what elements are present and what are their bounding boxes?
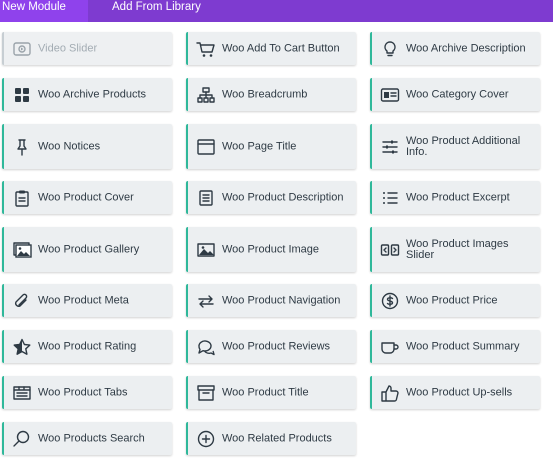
module-label: Woo Product Price — [406, 294, 498, 306]
module-label: Woo Archive Products — [38, 88, 147, 100]
module-card-woo-product-price[interactable]: Woo Product Price — [370, 284, 540, 317]
images-slider-icon — [380, 241, 400, 259]
module-card-woo-product-image[interactable]: Woo Product Image — [186, 227, 356, 272]
module-label: Woo Product Up-sells — [406, 386, 513, 398]
clipboard-icon — [12, 189, 32, 207]
module-label: Woo Product Rating — [38, 340, 137, 352]
comments-icon — [196, 338, 216, 356]
module-label: Woo Archive Description — [406, 42, 526, 54]
module-card-woo-product-title[interactable]: Woo Product Title — [186, 376, 356, 409]
sliders-icon — [380, 138, 400, 156]
module-label: Woo Product Gallery — [38, 243, 140, 255]
module-card-woo-product-navigation[interactable]: Woo Product Navigation — [186, 284, 356, 317]
module-label: Woo Product Additional Info. — [406, 134, 521, 158]
module-label: Woo Product Excerpt — [406, 191, 510, 203]
module-card-woo-archive-description[interactable]: Woo Archive Description — [370, 32, 540, 65]
arrows-icon — [196, 292, 216, 310]
module-card-woo-product-images-slider[interactable]: Woo Product Images Slider — [370, 227, 540, 272]
module-label: Woo Breadcrumb — [222, 88, 308, 100]
module-label: Woo Page Title — [222, 140, 297, 152]
module-card-woo-archive-products[interactable]: Woo Archive Products — [2, 78, 172, 111]
module-label: Video Slider — [38, 42, 98, 54]
pin-icon — [12, 138, 32, 156]
module-label: Woo Product Reviews — [222, 340, 331, 352]
module-label: Woo Related Products — [222, 432, 332, 444]
mug-icon — [380, 338, 400, 356]
module-card-woo-product-excerpt[interactable]: Woo Product Excerpt — [370, 181, 540, 214]
module-card-woo-breadcrumb[interactable]: Woo Breadcrumb — [186, 78, 356, 111]
module-card-woo-product-rating[interactable]: Woo Product Rating — [2, 330, 172, 363]
module-card-woo-product-summary[interactable]: Woo Product Summary — [370, 330, 540, 363]
module-label: Woo Product Meta — [38, 294, 129, 306]
tabs-icon — [12, 384, 32, 402]
module-label: Woo Product Summary — [406, 340, 520, 352]
module-card-woo-related-products[interactable]: Woo Related Products — [186, 422, 356, 455]
grid-icon — [12, 86, 32, 104]
module-label: Woo Notices — [38, 140, 101, 152]
module-label: Woo Product Images Slider — [406, 237, 509, 261]
module-card-woo-notices[interactable]: Woo Notices — [2, 124, 172, 169]
id-card-icon — [380, 86, 400, 104]
video-slider-icon — [12, 40, 32, 58]
module-label: Woo Product Description — [222, 191, 344, 203]
module-label: Woo Product Title — [222, 386, 309, 398]
window-icon — [196, 138, 216, 156]
module-card-woo-products-search[interactable]: Woo Products Search — [2, 422, 172, 455]
tab-add-from-library[interactable]: Add From Library — [112, 0, 232, 22]
module-label: Woo Category Cover — [406, 88, 509, 100]
image-icon — [196, 241, 216, 259]
module-card-woo-product-description[interactable]: Woo Product Description — [186, 181, 356, 214]
cart-icon — [196, 40, 216, 58]
module-card-woo-product-additional-info[interactable]: Woo Product Additional Info. — [370, 124, 540, 169]
plus-circle-icon — [196, 430, 216, 448]
module-card-woo-product-tabs[interactable]: Woo Product Tabs — [2, 376, 172, 409]
list-icon — [380, 189, 400, 207]
module-card-woo-product-meta[interactable]: Woo Product Meta — [2, 284, 172, 317]
module-label: Woo Products Search — [38, 432, 145, 444]
search-icon — [12, 430, 32, 448]
module-card-woo-product-cover[interactable]: Woo Product Cover — [2, 181, 172, 214]
module-label: Woo Product Tabs — [38, 386, 128, 398]
archive-box-icon — [196, 384, 216, 402]
tab-bar: New Module Add From Library — [0, 0, 553, 22]
module-label: Woo Add To Cart Button — [222, 42, 340, 54]
gallery-icon — [12, 241, 32, 259]
thumbs-up-icon — [380, 384, 400, 402]
module-card-woo-category-cover[interactable]: Woo Category Cover — [370, 78, 540, 111]
module-card-woo-add-to-cart-button[interactable]: Woo Add To Cart Button — [186, 32, 356, 65]
module-label: Woo Product Image — [222, 243, 320, 255]
module-card-woo-product-reviews[interactable]: Woo Product Reviews — [186, 330, 356, 363]
paperclip-icon — [12, 292, 32, 310]
sitemap-icon — [196, 86, 216, 104]
module-label: Woo Product Cover — [38, 191, 134, 203]
module-card-woo-product-up-sells[interactable]: Woo Product Up-sells — [370, 376, 540, 409]
tab-new-module[interactable]: New Module — [0, 0, 88, 22]
module-card-woo-page-title[interactable]: Woo Page Title — [186, 124, 356, 169]
module-label: Woo Product Navigation — [222, 294, 341, 306]
module-card-woo-product-gallery[interactable]: Woo Product Gallery — [2, 227, 172, 272]
module-card-video-slider[interactable]: Video Slider — [2, 32, 172, 65]
dollar-icon — [380, 292, 400, 310]
star-icon — [12, 338, 32, 356]
lightbulb-icon — [380, 40, 400, 58]
document-icon — [196, 189, 216, 207]
